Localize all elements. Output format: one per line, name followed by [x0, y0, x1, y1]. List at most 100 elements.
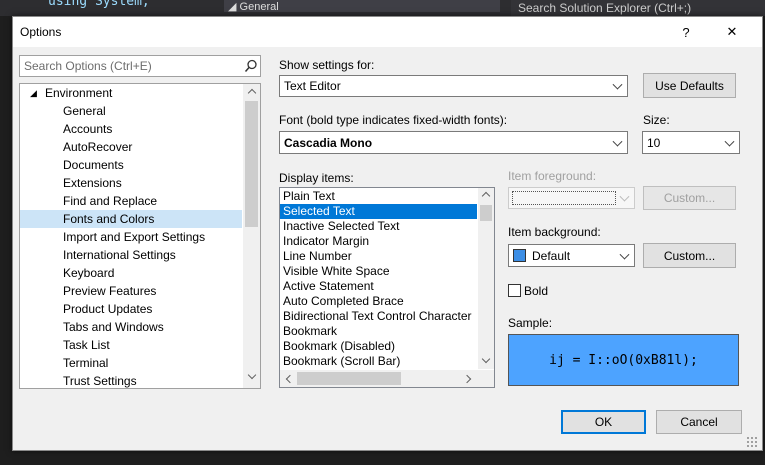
- tab-collapse-icon: ◢: [228, 1, 237, 13]
- chevron-down-icon: [724, 136, 735, 147]
- display-item[interactable]: Bidirectional Text Control Character: [280, 309, 477, 324]
- item-background-combo[interactable]: Default: [508, 244, 635, 267]
- options-dialog: Options ? ✕ Search Options (Ctrl+E) ◢ En…: [12, 16, 763, 451]
- display-item[interactable]: Active Statement: [280, 279, 477, 294]
- close-button[interactable]: ✕: [709, 17, 755, 47]
- show-settings-label: Show settings for:: [279, 58, 375, 72]
- tree-item-label: Tabs and Windows: [63, 320, 164, 334]
- editor-tab[interactable]: ◢ General: [224, 0, 500, 13]
- tree-item[interactable]: Import and Export Settings: [20, 228, 242, 246]
- display-item[interactable]: Line Number: [280, 249, 477, 264]
- show-settings-value: Text Editor: [284, 79, 341, 93]
- scroll-corner: [478, 370, 494, 387]
- options-tree[interactable]: ◢ Environment General Accounts AutoRecover…: [19, 83, 261, 389]
- tree-item[interactable]: Product Updates: [20, 300, 242, 318]
- scroll-down-icon[interactable]: [481, 354, 491, 364]
- tree-item[interactable]: Terminal: [20, 354, 242, 372]
- tree-item[interactable]: Preview Features: [20, 282, 242, 300]
- tree-item-label: Terminal: [63, 356, 109, 370]
- tree-item[interactable]: Accounts: [20, 120, 242, 138]
- display-item[interactable]: Bookmark: [280, 324, 477, 339]
- size-combo[interactable]: 10: [642, 131, 740, 154]
- tree-item-label: Find and Replace: [63, 194, 158, 208]
- display-item[interactable]: Selected Text: [280, 204, 477, 219]
- code-line-1: using System;: [48, 0, 150, 9]
- scroll-up-icon[interactable]: [481, 191, 491, 201]
- expanded-triangle-icon: ◢: [30, 88, 37, 98]
- scroll-left-icon[interactable]: [285, 374, 295, 384]
- ide-bottom-strip: [0, 449, 765, 465]
- foreground-dotted-focus: [512, 191, 616, 205]
- tree-item-label: Keyboard: [63, 266, 115, 280]
- tree-item-label: Preview Features: [63, 284, 157, 298]
- hscroll-thumb[interactable]: [297, 372, 401, 385]
- tree-scrollbar[interactable]: [243, 84, 260, 388]
- tree-item[interactable]: Documents: [20, 156, 242, 174]
- tree-item[interactable]: Keyboard: [20, 264, 242, 282]
- tree-item-label: Environment: [45, 86, 113, 100]
- cancel-button[interactable]: Cancel: [656, 410, 742, 434]
- tree-item[interactable]: Fonts and Colors: [20, 210, 242, 228]
- tree-item-label: Product Updates: [63, 302, 153, 316]
- tree-item-environment[interactable]: ◢ Environment: [20, 84, 242, 102]
- tree-item[interactable]: Find and Replace: [20, 192, 242, 210]
- tree-item-label: Accounts: [63, 122, 113, 136]
- bold-checkbox[interactable]: [508, 284, 521, 297]
- solution-explorer-search[interactable]: Search Solution Explorer (Ctrl+;): [511, 0, 765, 16]
- tree-item-label: Task List: [63, 338, 110, 352]
- show-settings-combo[interactable]: Text Editor: [279, 75, 628, 97]
- help-button[interactable]: ?: [663, 17, 709, 47]
- tree-item-label: Documents: [63, 158, 124, 172]
- resize-grip[interactable]: [746, 436, 758, 448]
- scroll-thumb[interactable]: [245, 101, 258, 227]
- editor-tab-label: General: [239, 1, 279, 13]
- item-foreground-combo[interactable]: [508, 187, 635, 209]
- display-item[interactable]: Bookmark (Disabled): [280, 339, 477, 354]
- sample-label: Sample:: [508, 316, 553, 330]
- tree-item-label: Extensions: [63, 176, 122, 190]
- font-label: Font (bold type indicates fixed-width fo…: [279, 113, 508, 127]
- display-item[interactable]: Auto Completed Brace: [280, 294, 477, 309]
- search-options-box[interactable]: Search Options (Ctrl+E): [19, 55, 261, 77]
- sample-text: ij = I::oO(0xB81l);: [549, 352, 698, 368]
- tree-item-label: Trust Settings: [63, 374, 137, 388]
- use-defaults-button[interactable]: Use Defaults: [643, 73, 736, 98]
- chevron-down-icon: [619, 191, 630, 202]
- search-icon[interactable]: [244, 59, 258, 73]
- item-foreground-label: Item foreground:: [508, 169, 597, 183]
- display-item[interactable]: Indicator Margin: [280, 234, 477, 249]
- tree-item[interactable]: Extensions: [20, 174, 242, 192]
- scroll-up-icon[interactable]: [247, 88, 257, 98]
- display-item[interactable]: Visible White Space: [280, 264, 477, 279]
- display-item[interactable]: Inactive Selected Text: [280, 219, 477, 234]
- tree-item-label: Import and Export Settings: [63, 230, 206, 244]
- tree-item[interactable]: General: [20, 102, 242, 120]
- tree-item[interactable]: Trust Settings: [20, 372, 242, 388]
- tree-item[interactable]: Tabs and Windows: [20, 318, 242, 336]
- tree-item-label: General: [63, 104, 106, 118]
- item-background-value: Default: [532, 248, 571, 263]
- tree-item[interactable]: International Settings: [20, 246, 242, 264]
- dialog-title: Options: [20, 25, 62, 39]
- font-combo[interactable]: Cascadia Mono: [279, 131, 628, 154]
- sample-preview: ij = I::oO(0xB81l);: [508, 334, 739, 386]
- ide-left-gutter: [0, 16, 12, 465]
- scroll-down-icon[interactable]: [247, 370, 257, 380]
- scroll-right-icon[interactable]: [462, 374, 472, 384]
- background-custom-button[interactable]: Custom...: [643, 243, 736, 268]
- scroll-thumb[interactable]: [480, 205, 492, 221]
- font-value: Cascadia Mono: [284, 135, 373, 150]
- display-items-hscroll[interactable]: [280, 370, 478, 387]
- ok-button[interactable]: OK: [561, 410, 646, 434]
- display-item[interactable]: Plain Text: [280, 189, 477, 204]
- tree-item[interactable]: Task List: [20, 336, 242, 354]
- foreground-custom-button[interactable]: Custom...: [643, 186, 736, 210]
- chevron-down-icon: [619, 249, 630, 260]
- chevron-down-icon: [612, 79, 623, 90]
- size-value: 10: [647, 135, 661, 150]
- display-items-vscroll[interactable]: [478, 188, 494, 369]
- display-items-list[interactable]: Plain Text Selected Text Inactive Selected…: [279, 187, 495, 388]
- tree-item[interactable]: AutoRecover: [20, 138, 242, 156]
- display-item[interactable]: Bookmark (Scroll Bar): [280, 354, 477, 369]
- tree-item-label: AutoRecover: [63, 140, 133, 154]
